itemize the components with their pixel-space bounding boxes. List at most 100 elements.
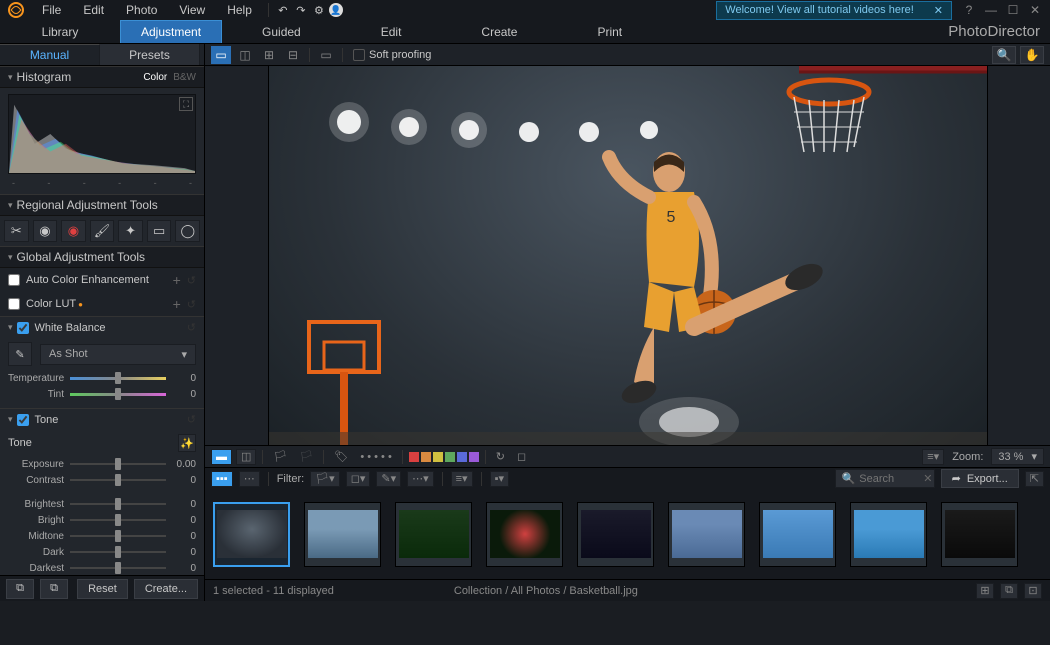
tab-create[interactable]: Create xyxy=(461,20,537,43)
color-label-swatch[interactable] xyxy=(457,452,467,462)
white-balance-checkbox[interactable] xyxy=(17,322,29,334)
search-box[interactable]: 🔍 ✕ xyxy=(835,469,935,488)
close-button[interactable]: ✕ xyxy=(1028,3,1042,17)
color-lut-checkbox[interactable] xyxy=(8,298,20,310)
create-button[interactable]: Create... xyxy=(134,579,198,599)
spot-tool-button[interactable]: ◉ xyxy=(33,220,58,242)
soft-proofing-checkbox[interactable] xyxy=(353,49,365,61)
section-global[interactable]: ▾ Global Adjustment Tools xyxy=(0,246,204,268)
color-label-swatch[interactable] xyxy=(469,452,479,462)
color-label-swatch[interactable] xyxy=(409,452,419,462)
maximize-button[interactable]: ☐ xyxy=(1006,3,1020,17)
color-label-swatch[interactable] xyxy=(445,452,455,462)
menu-file[interactable]: File xyxy=(32,1,71,19)
help-button[interactable]: ? xyxy=(962,3,976,17)
paste-adjustments-button[interactable]: ⧉ xyxy=(40,579,68,599)
menu-edit[interactable]: Edit xyxy=(73,1,114,19)
plus-icon[interactable]: + xyxy=(173,272,181,288)
status-icon-1[interactable]: ⊞ xyxy=(976,583,994,599)
stack-button[interactable]: ▪▾ xyxy=(490,471,509,487)
histogram-mode-color[interactable]: Color xyxy=(143,72,167,83)
sort-button[interactable]: ≡▾ xyxy=(451,471,473,487)
histogram-expand-icon[interactable]: ⛶ xyxy=(179,97,193,111)
thumbnail-basketball[interactable] xyxy=(213,502,290,567)
search-input[interactable] xyxy=(859,473,919,485)
zoom-tool-button[interactable]: 🔍 xyxy=(992,46,1016,64)
reset-icon[interactable]: ↺ xyxy=(187,321,196,334)
redo-icon[interactable]: ↷ xyxy=(293,2,309,18)
histogram-mode-bw[interactable]: B&W xyxy=(173,72,196,83)
thumbnail-strip[interactable] xyxy=(205,489,1050,579)
reset-icon[interactable]: ↺ xyxy=(187,274,196,287)
exposure-slider[interactable] xyxy=(70,458,166,470)
settings-icon[interactable]: ⚙ xyxy=(311,2,327,18)
subtab-manual[interactable]: Manual xyxy=(0,44,100,65)
tab-guided[interactable]: Guided xyxy=(242,20,321,43)
thumbnail-forest[interactable] xyxy=(395,502,472,567)
subtab-presets[interactable]: Presets xyxy=(100,44,200,65)
view-split-button[interactable]: ◫ xyxy=(235,46,255,64)
view-mode-1-button[interactable]: ▬ xyxy=(211,449,232,465)
status-icon-2[interactable]: ⧉ xyxy=(1000,583,1018,599)
thumbnail-wave[interactable] xyxy=(850,502,927,567)
view-compare-button[interactable]: ⊞ xyxy=(259,46,279,64)
status-icon-3[interactable]: ⊡ xyxy=(1024,583,1042,599)
menu-photo[interactable]: Photo xyxy=(116,1,167,19)
crop-tool-button[interactable]: ✂ xyxy=(4,220,29,242)
sidebar-scroll[interactable]: ▾ Histogram Color B&W ⛶ xyxy=(0,66,204,575)
undo-icon[interactable]: ↶ xyxy=(275,2,291,18)
color-lut-item[interactable]: Color LUT ● + ↺ xyxy=(0,292,204,316)
thumbnail-dancer[interactable] xyxy=(759,502,836,567)
reset-button[interactable]: Reset xyxy=(77,579,128,599)
midtone-slider[interactable] xyxy=(70,530,166,542)
copy-adjustments-button[interactable]: ⧉ xyxy=(6,579,34,599)
thumbnail-iceberg[interactable] xyxy=(304,502,381,567)
white-balance-select[interactable]: As Shot ▾ xyxy=(40,344,196,365)
rating-dots[interactable]: • • • • • xyxy=(356,449,395,465)
menu-help[interactable]: Help xyxy=(217,1,262,19)
reject-button[interactable]: 🏳 xyxy=(295,449,317,465)
tab-print[interactable]: Print xyxy=(577,20,642,43)
plus-icon[interactable]: + xyxy=(173,296,181,312)
section-histogram[interactable]: ▾ Histogram Color B&W xyxy=(0,66,204,88)
auto-tone-button[interactable]: ✨ xyxy=(178,434,196,452)
minimize-button[interactable]: — xyxy=(984,3,998,17)
thumbnail-neon[interactable] xyxy=(577,502,654,567)
tab-library[interactable]: Library xyxy=(0,20,120,43)
view-secondary-button[interactable]: ▭ xyxy=(316,46,336,64)
clear-search-icon[interactable]: ✕ xyxy=(923,472,932,485)
tint-slider[interactable] xyxy=(70,388,166,400)
radial-tool-button[interactable]: ◯ xyxy=(175,220,200,242)
reset-icon[interactable]: ↺ xyxy=(187,298,196,311)
soft-proofing-toggle[interactable]: Soft proofing xyxy=(353,49,431,61)
tutorial-banner[interactable]: Welcome! View all tutorial videos here! … xyxy=(716,1,952,20)
tab-edit[interactable]: Edit xyxy=(361,20,422,43)
brightest-slider[interactable] xyxy=(70,498,166,510)
tag-button[interactable]: 🏷 xyxy=(330,449,352,465)
menu-view[interactable]: View xyxy=(169,1,215,19)
filter-flag-button[interactable]: 🏳▾ xyxy=(310,471,340,487)
filter-star-button[interactable]: ⋯▾ xyxy=(407,471,434,487)
color-label-swatch[interactable] xyxy=(421,452,431,462)
canvas[interactable]: 5 xyxy=(205,66,1050,445)
white-balance-header[interactable]: ▾ White Balance ↺ xyxy=(0,316,204,338)
temperature-slider[interactable] xyxy=(70,372,166,384)
export-button[interactable]: ➦ Export... xyxy=(941,469,1019,488)
thumbnail-leaf[interactable] xyxy=(486,502,563,567)
layout-toggle-button[interactable]: ≡▾ xyxy=(922,449,944,465)
darkest-slider[interactable] xyxy=(70,562,166,574)
user-icon[interactable]: 👤 xyxy=(329,3,343,17)
view-grid-button[interactable]: ⊟ xyxy=(283,46,303,64)
view-mode-2-button[interactable]: ◫ xyxy=(236,449,256,465)
view-single-button[interactable]: ▭ xyxy=(211,46,231,64)
rotate-button[interactable]: ↻ xyxy=(492,449,509,465)
share-button[interactable]: ⇱ xyxy=(1025,471,1044,487)
tone-checkbox[interactable] xyxy=(17,414,29,426)
flag-button[interactable]: 🏳 xyxy=(269,449,291,465)
eyedropper-button[interactable]: ✎ xyxy=(8,342,32,366)
thumb-size-2-button[interactable]: ⋯ xyxy=(239,471,260,487)
selection-tool-button[interactable]: ✦ xyxy=(118,220,143,242)
tab-adjustment[interactable]: Adjustment xyxy=(120,20,222,43)
dark-slider[interactable] xyxy=(70,546,166,558)
pan-tool-button[interactable]: ✋ xyxy=(1020,46,1044,64)
